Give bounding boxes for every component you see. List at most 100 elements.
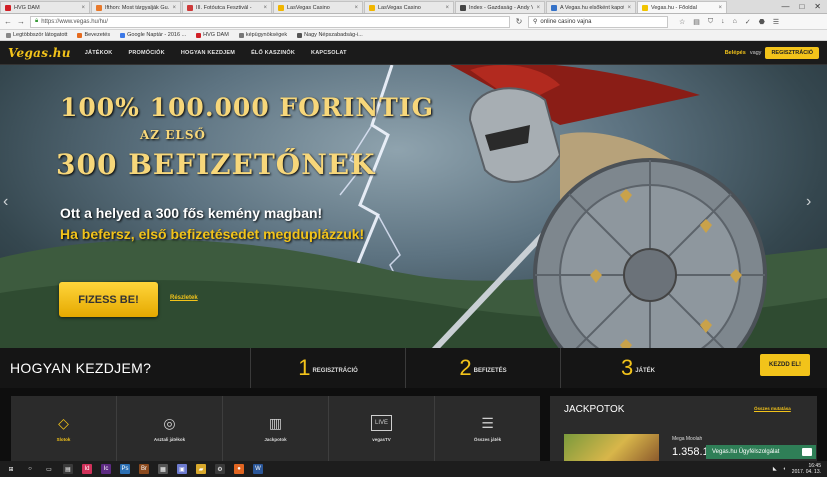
tab-close-icon[interactable]: × [627, 5, 631, 11]
jackpot-game-thumbnail[interactable] [564, 434, 659, 461]
firefox-icon[interactable]: ● [234, 464, 244, 474]
bookmark-item[interactable]: képügynökségek [238, 32, 287, 38]
settings-icon[interactable]: ⚙ [215, 464, 225, 474]
bookmark-item[interactable]: Nagy Népszabadság-i... [297, 32, 363, 38]
menu-icon[interactable]: ☰ [773, 18, 779, 26]
roulette-icon: ◎ [163, 414, 176, 431]
browser-tab[interactable]: A Vegas.hu elsőként kapot... × [546, 1, 636, 13]
tab-close-icon[interactable]: × [445, 5, 449, 11]
category-slots[interactable]: ◇ Slotok [11, 396, 117, 461]
category-all-games[interactable]: ☰ Összes játék [435, 396, 540, 461]
star-icon[interactable]: ☆ [679, 18, 685, 26]
step-label: BEFIZETÉS [473, 368, 507, 374]
hero-banner[interactable]: 100% 100.000 FORINTIG AZ ELSŐ 300 BEFIZE… [0, 65, 827, 348]
clock[interactable]: 16:45 2017. 04. 13. [792, 463, 821, 475]
tab-close-icon[interactable]: × [81, 5, 85, 11]
url-text: https://www.vegas.hu/hu/ [41, 18, 108, 25]
reading-list-icon[interactable]: ▤ [693, 18, 700, 26]
tab-title: Vegas.hu - Főoldal [651, 4, 697, 11]
download-icon[interactable]: ↓ [721, 18, 725, 26]
login-link[interactable]: Belépés [725, 50, 746, 56]
browser-tab[interactable]: Index - Gazdaság - Andy V... × [455, 1, 545, 13]
tab-close-icon[interactable]: × [718, 5, 722, 11]
browser-tab[interactable]: LasVegas Casino × [364, 1, 454, 13]
reload-icon[interactable]: ↻ [515, 17, 523, 26]
bookmark-item[interactable]: Bevezetés [77, 32, 110, 38]
window-controls: — □ ✕ [781, 0, 827, 13]
show-all-jackpots-link[interactable]: Összes mutatása [754, 406, 791, 411]
list-icon: ☰ [481, 414, 494, 431]
browser-tab[interactable]: III. Fotóutca Fesztivál - × [182, 1, 272, 13]
start-now-button[interactable]: KEZDD EL! [760, 354, 810, 376]
carousel-prev-icon[interactable]: ‹ [3, 193, 8, 211]
hero-headline-bonus: 100% 100.000 FORINTIG [60, 93, 434, 122]
address-bar[interactable]: 🔒︎ https://www.vegas.hu/hu/ [30, 15, 510, 28]
carousel-next-icon[interactable]: › [806, 193, 811, 211]
site-logo[interactable]: Vegas.hu [8, 46, 71, 60]
category-jackpots[interactable]: ▥ Jackpotok [223, 396, 329, 461]
tab-close-icon[interactable]: × [263, 5, 267, 11]
volume-icon[interactable]: ◖ [783, 466, 786, 472]
tab-close-icon[interactable]: × [354, 5, 358, 11]
system-tray: ◣ ◖ 16:45 2017. 04. 13. [773, 463, 827, 475]
tab-title: Ifthon: Most tárgyalják Gu... [105, 4, 170, 11]
explorer-icon[interactable]: ▤ [63, 464, 73, 474]
tab-close-icon[interactable]: × [172, 5, 176, 11]
menu-item-promotions[interactable]: PROMÓCIÓK [128, 50, 164, 56]
indesign-icon[interactable]: Id [82, 464, 92, 474]
step-play[interactable]: 3 JÁTÉK [560, 348, 715, 388]
bookmark-item[interactable]: HVG DAM [196, 32, 229, 38]
lock-shield-icon[interactable]: ⛉ [708, 18, 713, 26]
pocket-icon[interactable]: ✓ [745, 18, 751, 26]
category-table-games[interactable]: ◎ Asztali játékok [117, 396, 223, 461]
home-icon[interactable]: ⌂ [733, 18, 737, 26]
category-vegastv[interactable]: LIVE vegasTV [329, 396, 435, 461]
maximize-button[interactable]: □ [799, 2, 804, 11]
minimize-button[interactable]: — [781, 2, 789, 11]
browser-tab[interactable]: LasVegas Casino × [273, 1, 363, 13]
bookmark-icon [77, 32, 83, 38]
bookmarks-bar: Legtöbbször látogatott Bevezetés Google Na… [0, 30, 827, 41]
tab-favicon-icon [278, 4, 284, 11]
browser-tab[interactable]: Ifthon: Most tárgyalják Gu... × [91, 1, 181, 13]
bridge-icon[interactable]: Br [139, 464, 149, 474]
step-registration[interactable]: 1 REGISZTRÁCIÓ [250, 348, 405, 388]
deposit-button[interactable]: FIZESS BE! [59, 282, 158, 317]
network-icon[interactable]: ◣ [773, 466, 777, 472]
menu-item-how-to-start[interactable]: HOGYAN KEZDJEM [181, 50, 235, 56]
calculator-icon[interactable]: ▦ [158, 464, 168, 474]
site-header: Vegas.hu JÁTÉKOK PROMÓCIÓK HOGYAN KEZDJE… [0, 41, 827, 65]
start-button[interactable]: ⊞ [6, 464, 16, 474]
incopy-icon[interactable]: Ic [101, 464, 111, 474]
menu-item-contact[interactable]: KAPCSOLAT [311, 50, 347, 56]
customer-service-chat-button[interactable]: Vegas.hu Ügyfélszolgálat [706, 445, 816, 459]
bookmark-item[interactable]: Legtöbbször látogatott [6, 32, 67, 38]
search-icon[interactable]: ○ [25, 464, 35, 474]
bar-chart-icon: ▥ [268, 414, 283, 431]
close-window-button[interactable]: ✕ [814, 2, 821, 11]
folder-icon[interactable]: ▰ [196, 464, 206, 474]
menu-item-games[interactable]: JÁTÉKOK [85, 50, 113, 56]
jackpot-game-name[interactable]: Mega Moolah [672, 436, 702, 442]
details-link[interactable]: Részletek [170, 295, 198, 301]
step-number: 3 [621, 355, 634, 380]
tab-close-icon[interactable]: × [536, 5, 540, 11]
search-field[interactable]: ⚲ online casino vajna [528, 15, 668, 28]
category-label: Asztali játékok [153, 437, 186, 442]
browser-tab[interactable]: HVG DAM × [0, 1, 90, 13]
bookmark-label: HVG DAM [203, 32, 229, 38]
browser-tab[interactable]: Vegas.hu - Főoldal × [637, 1, 727, 13]
register-button[interactable]: REGISZTRÁCIÓ [765, 46, 819, 59]
menu-item-live-casinos[interactable]: ÉLŐ KASZINÓK [251, 50, 295, 56]
extension-icon[interactable]: ⬣ [759, 18, 765, 26]
task-view-icon[interactable]: ▭ [44, 464, 54, 474]
photoshop-icon[interactable]: Ps [120, 464, 130, 474]
back-icon[interactable]: ← [4, 17, 12, 26]
files-icon[interactable]: ▣ [177, 464, 187, 474]
step-deposit[interactable]: 2 BEFIZETÉS [405, 348, 560, 388]
bookmark-label: Bevezetés [84, 32, 111, 38]
bookmark-item[interactable]: Google Naptár - 2016 ... [120, 32, 186, 38]
word-icon[interactable]: W [253, 464, 263, 474]
forward-icon[interactable]: → [17, 17, 25, 26]
or-text: vagy [749, 49, 762, 56]
